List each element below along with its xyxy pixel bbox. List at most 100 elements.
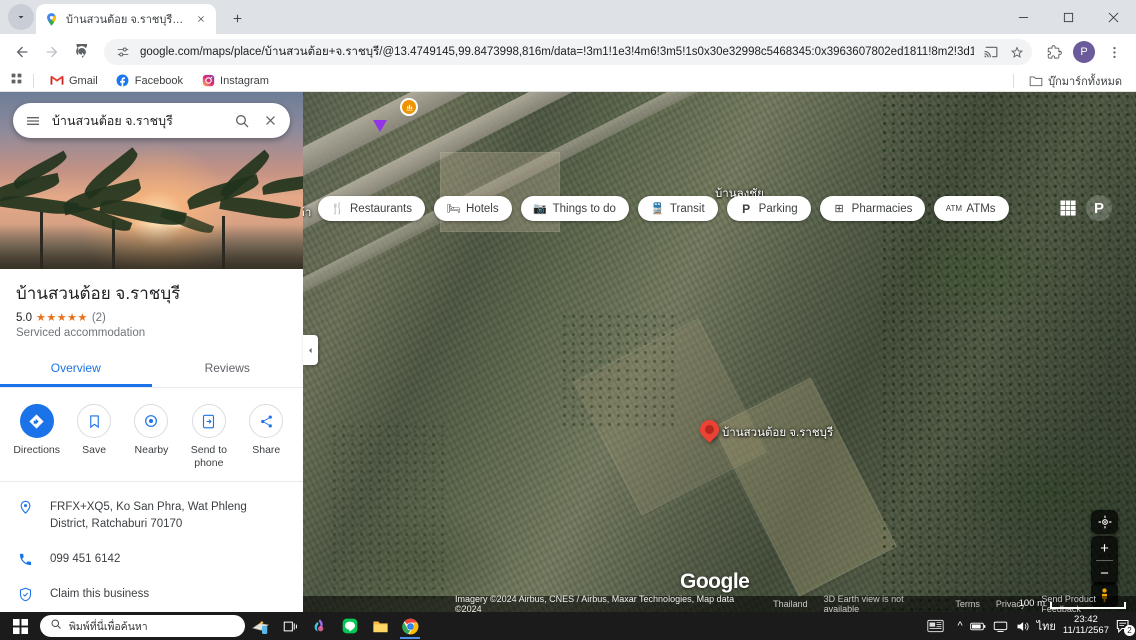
poi-orange-marker[interactable]	[400, 98, 418, 116]
chip-transit[interactable]: 🚆 Transit	[637, 196, 718, 221]
palm-leaf	[219, 193, 301, 223]
new-tab-button[interactable]	[224, 5, 250, 31]
directions-button[interactable]: Directions	[9, 404, 64, 470]
bookmark-facebook[interactable]: Facebook	[110, 72, 189, 90]
kebab-icon[interactable]	[1100, 38, 1128, 66]
action-label: Save	[82, 444, 107, 457]
scale-value: 100 m	[1018, 598, 1045, 609]
claim-business-row[interactable]: Claim this business	[0, 577, 303, 612]
poi-purple-marker[interactable]	[373, 120, 387, 132]
tune-icon[interactable]	[114, 43, 132, 61]
chip-restaurants[interactable]: 🍴 Restaurants	[318, 196, 426, 221]
all-bookmarks-button[interactable]: บุ๊กมาร์กทั้งหมด	[1009, 70, 1128, 92]
my-location-button[interactable]	[1091, 510, 1118, 534]
search-icon[interactable]	[232, 111, 251, 130]
attribution-country[interactable]: Thailand	[773, 599, 808, 609]
all-bookmarks[interactable]: บุ๊กมาร์กทั้งหมด	[1023, 70, 1128, 92]
cast-icon[interactable]	[982, 43, 1000, 61]
address-row[interactable]: FRFX+XQ5, Ko San Phra, Wat Phleng Distri…	[0, 490, 303, 543]
avatar[interactable]: P	[1073, 41, 1095, 63]
attribution-terms[interactable]: Terms	[955, 599, 980, 609]
cortana-icon[interactable]	[245, 612, 275, 640]
system-tray: ^ ไทย 23:42 11/11/2567 2	[920, 612, 1135, 640]
search-bar[interactable]: บ้านสวนต้อย จ.ราชบุรี	[13, 103, 290, 138]
chrome-icon[interactable]	[395, 612, 425, 640]
place-info: บ้านสวนต้อย จ.ราชบุรี 5.0 ★★★★★ (2) Serv…	[0, 269, 303, 339]
directions-icon	[19, 404, 54, 439]
file-explorer-icon[interactable]	[365, 612, 395, 640]
rating-row: 5.0 ★★★★★ (2)	[16, 311, 287, 325]
collapse-panel-button[interactable]	[303, 335, 318, 365]
bookmark-gmail[interactable]: Gmail	[44, 72, 104, 90]
browser-toolbar: google.com/maps/place/บ้านสวนต้อย+จ.ราชบ…	[0, 34, 1136, 70]
browser-tab[interactable]: บ้านสวนต้อย จ.ราชบุรี - Google M	[36, 4, 216, 34]
zoom-in-button[interactable]: +	[1091, 536, 1118, 560]
action-label: Nearby	[134, 444, 169, 457]
close-window-button[interactable]	[1091, 0, 1136, 34]
chip-things-to-do[interactable]: 📷 Things to do	[520, 196, 629, 221]
location-pin-icon	[16, 499, 34, 515]
my-location-icon	[1091, 510, 1118, 534]
hamburger-icon[interactable]	[23, 111, 42, 130]
taskbar: พิมพ์ที่นี่เพื่อค้นหา ^ ไทย 23:42 11/11/…	[0, 612, 1136, 640]
puzzle-icon[interactable]	[1040, 38, 1068, 66]
chip-hotels[interactable]: 🛏 Hotels	[434, 196, 512, 221]
minimize-button[interactable]	[1001, 0, 1046, 34]
send-to-phone-button[interactable]: Send to phone	[181, 404, 236, 470]
clock[interactable]: 23:42 11/11/2567	[1063, 614, 1109, 637]
taskbar-search[interactable]: พิมพ์ที่นี่เพื่อค้นหา	[40, 615, 245, 637]
address-bar[interactable]: google.com/maps/place/บ้านสวนต้อย+จ.ราชบ…	[104, 39, 1032, 65]
taskbar-search-placeholder: พิมพ์ที่นี่เพื่อค้นหา	[69, 620, 148, 633]
chip-atms[interactable]: ATM ATMs	[934, 196, 1009, 221]
copilot-icon[interactable]	[305, 612, 335, 640]
taskview-icon[interactable]	[275, 612, 305, 640]
place-category: Serviced accommodation	[16, 327, 146, 340]
news-weather-icon[interactable]	[920, 612, 950, 640]
chip-parking[interactable]: P Parking	[726, 196, 811, 221]
share-button[interactable]: Share	[239, 404, 294, 470]
search-icon	[50, 617, 62, 635]
tray-chevron-icon[interactable]: ^	[957, 620, 962, 632]
map-avatar[interactable]: P	[1086, 195, 1112, 221]
search-input[interactable]: บ้านสวนต้อย จ.ราชบุรี	[52, 111, 222, 131]
send-to-phone-icon	[191, 404, 226, 439]
clear-search-icon[interactable]	[261, 111, 280, 130]
apps-grid-icon[interactable]	[1056, 196, 1080, 220]
share-icon	[249, 404, 284, 439]
review-count[interactable]: (2)	[92, 312, 106, 324]
language-indicator[interactable]: ไทย	[1037, 617, 1056, 635]
divider	[33, 73, 34, 88]
panel-tabs: Overview Reviews	[0, 353, 304, 389]
imagery-credit: Imagery ©2024 Airbus, CNES / Airbus, Max…	[455, 594, 735, 612]
tab-reviews[interactable]: Reviews	[152, 353, 304, 387]
place-panel: บ้านสวนต้อย จ.ราชบุรี บ้านสวนต้อย จ.ราชบ…	[0, 92, 303, 612]
close-icon[interactable]	[193, 12, 208, 27]
place-details-list: FRFX+XQ5, Ko San Phra, Wat Phleng Distri…	[0, 482, 303, 613]
screen: บ้านสวนต้อย จ.ราชบุรี - Google M	[0, 0, 1136, 640]
facebook-icon	[116, 74, 130, 88]
apps-grid-icon[interactable]	[10, 72, 23, 90]
bookmark-instagram[interactable]: Instagram	[195, 72, 275, 90]
line-icon[interactable]	[335, 612, 365, 640]
reload-button[interactable]	[68, 38, 96, 66]
place-marker[interactable]	[696, 416, 723, 443]
save-button[interactable]: Save	[67, 404, 122, 470]
action-center-icon[interactable]: 2	[1116, 619, 1135, 636]
phone-row[interactable]: 099 451 6142	[0, 542, 303, 577]
tab-search-chevron-icon[interactable]	[8, 4, 34, 30]
tab-overview[interactable]: Overview	[0, 353, 152, 388]
battery-icon[interactable]	[969, 621, 986, 632]
phone-icon	[16, 551, 34, 567]
chip-label: Parking	[758, 202, 798, 215]
volume-icon[interactable]	[1015, 620, 1030, 633]
action-label: Send to phone	[190, 444, 227, 470]
chip-label: Restaurants	[350, 202, 413, 215]
star-icon[interactable]	[1008, 43, 1026, 61]
maximize-button[interactable]	[1046, 0, 1091, 34]
network-icon[interactable]	[993, 620, 1008, 633]
nearby-button[interactable]: Nearby	[124, 404, 179, 470]
chip-pharmacies[interactable]: ⊞ Pharmacies	[819, 196, 926, 221]
forward-button[interactable]	[38, 38, 66, 66]
windows-icon[interactable]	[0, 612, 40, 640]
back-button[interactable]	[8, 38, 36, 66]
